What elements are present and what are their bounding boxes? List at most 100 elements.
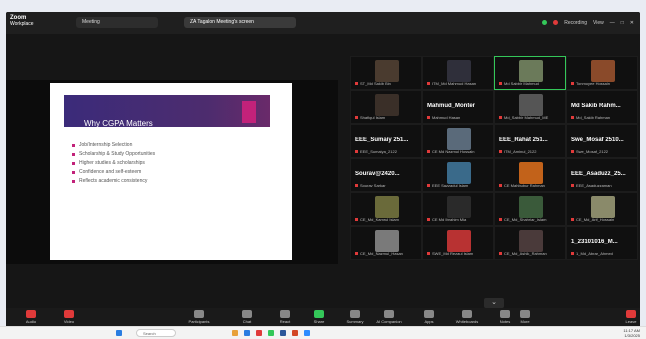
- toolbar-share-button[interactable]: Share: [306, 310, 332, 324]
- participant-tile[interactable]: Tonmoyee Hossain: [566, 56, 638, 90]
- participant-name-label: CE_Md_Nazmul_Hasan: [355, 251, 419, 256]
- participant-tile[interactable]: CE Md Ibrahim Mia: [422, 192, 494, 226]
- toolbar-chat-button[interactable]: Chat: [234, 310, 260, 324]
- toolbar-leave-button[interactable]: Leave: [618, 310, 640, 324]
- audio-icon: [26, 310, 36, 318]
- toolbar-label: Audio: [25, 319, 37, 324]
- maximize-icon[interactable]: □: [621, 20, 624, 26]
- participant-video: [519, 162, 543, 184]
- video-icon: [64, 310, 74, 318]
- toolbar-video-button[interactable]: Video: [56, 310, 82, 324]
- participant-tile[interactable]: SWE_Md Rezaul Islam: [422, 226, 494, 260]
- file-explorer-icon[interactable]: [232, 330, 238, 336]
- security-icon[interactable]: [542, 20, 548, 25]
- participant-tile[interactable]: CE_Md_Arif_Hossain: [566, 192, 638, 226]
- gallery-next-page-button[interactable]: ⌄: [484, 298, 504, 308]
- participant-display-name: Mahmud_Monter: [427, 103, 475, 109]
- toolbar-audio-button[interactable]: Audio: [18, 310, 44, 324]
- participant-tile[interactable]: ITM_Md Mahmud Hasan: [422, 56, 494, 90]
- participant-name-label: CE_Md_Arif_Hossain: [571, 217, 635, 222]
- participant-tile[interactable]: Sourav@2420... Sourav Sarkar: [350, 158, 422, 192]
- tab-shared-screen[interactable]: ZA Tagalon Meeting's screen: [184, 17, 296, 28]
- toolbar-react-button[interactable]: React: [272, 310, 298, 324]
- toolbar-ai-companion-button[interactable]: AI Companion: [376, 310, 402, 324]
- leave-icon: [626, 310, 636, 318]
- view-button[interactable]: View: [593, 20, 604, 26]
- participant-video: [375, 94, 399, 116]
- participant-tile[interactable]: EEE_Rahat 251... ITM_Aminul_2122: [494, 124, 566, 158]
- minimize-icon[interactable]: —: [610, 20, 615, 26]
- toolbar-label: AI Companion: [376, 319, 402, 324]
- taskbar-clock[interactable]: 11:17 AM 1/3/2025: [623, 328, 640, 338]
- tab-meeting[interactable]: Meeting: [76, 17, 158, 28]
- participant-tile[interactable]: CE_Md_Nazmul_Hasan: [350, 226, 422, 260]
- participant-video: [375, 230, 399, 252]
- participant-tile[interactable]: CE_Md_Ashik_Rahman: [494, 226, 566, 260]
- toolbar-label: Summary: [346, 319, 364, 324]
- share-icon: [314, 310, 324, 318]
- participant-tile[interactable]: ST_Md Sakib Bin: [350, 56, 422, 90]
- slide-bullet: Confidence and self-esteem: [72, 168, 155, 177]
- participant-name-label: Md Sabbir Mahmud: [499, 81, 563, 86]
- chrome-icon[interactable]: [256, 330, 262, 336]
- participant-name-label: CE_Md_Ashik_Rahman: [499, 251, 563, 256]
- toolbar-label: Participants: [188, 319, 210, 324]
- participant-tile[interactable]: Md Sakib Rahm... Md_Sakib Rahman: [566, 90, 638, 124]
- toolbar-more-button[interactable]: More: [512, 310, 538, 324]
- toolbar-summary-button[interactable]: Summary: [342, 310, 368, 324]
- apps-icon: [424, 310, 434, 318]
- participant-video: [519, 230, 543, 252]
- word-icon[interactable]: [280, 330, 286, 336]
- participant-tile[interactable]: CE Mahbubur Rahman: [494, 158, 566, 192]
- toolbar-apps-button[interactable]: Apps: [416, 310, 442, 324]
- slide-title-band: Why CGPA Matters: [64, 95, 270, 128]
- slide-bullet: Job/Internship Selection: [72, 141, 155, 150]
- participant-tile[interactable]: CE_Md_Shahriar_Islam: [494, 192, 566, 226]
- participant-name-label: Md_Sakib Rahman: [571, 115, 635, 120]
- zoom-taskbar-icon[interactable]: [304, 330, 310, 336]
- participant-tile[interactable]: Mahmud_Monter Mahmud Hasan: [422, 90, 494, 124]
- slide-bullet-list: Job/Internship Selection Scholarship & St…: [72, 141, 155, 186]
- toolbar-label: Notes: [499, 319, 511, 324]
- toolbar-label: Chat: [242, 319, 252, 324]
- participant-tile[interactable]: 1_23101016_M... 1_Md_Abrar_Ahmed: [566, 226, 638, 260]
- zoom-top-bar: Zoom Workplace Meeting ZA Tagalon Meetin…: [6, 12, 640, 34]
- participant-tile[interactable]: Swe_Mosaf 2510... Swe_Mosaf_2122: [566, 124, 638, 158]
- participant-name-label: 1_Md_Abrar_Ahmed: [571, 251, 635, 256]
- participant-name-label: CE_Md_Shahriar_Islam: [499, 217, 563, 222]
- participant-tile[interactable]: CE_Md_Kamrul Islam: [350, 192, 422, 226]
- toolbar-whiteboards-button[interactable]: Whiteboards: [454, 310, 480, 324]
- slide-accent: [242, 101, 256, 123]
- participant-video: [447, 196, 471, 218]
- participant-name-label: ST_Md Sakib Bin: [355, 81, 419, 86]
- participant-tile[interactable]: CE Md Nazmul Hossain: [422, 124, 494, 158]
- participant-tile[interactable]: Md Sabbir Mahmud: [494, 56, 566, 90]
- slide-bullet: Reflects academic consistency: [72, 177, 155, 186]
- participant-display-name: Swe_Mosaf 2510...: [571, 137, 624, 143]
- toolbar-participants-button[interactable]: Participants: [186, 310, 212, 324]
- edge-icon[interactable]: [244, 330, 250, 336]
- participant-name-label: CE_Md_Kamrul Islam: [355, 217, 419, 222]
- participant-name-label: CE Md Ibrahim Mia: [427, 217, 491, 222]
- taskbar-search[interactable]: Search: [136, 329, 176, 337]
- participant-gallery: ST_Md Sakib Bin ITM_Md Mahmud Hasan Md Sab…: [350, 56, 640, 296]
- app-icon-green[interactable]: [268, 330, 274, 336]
- participant-video: [447, 60, 471, 82]
- close-icon[interactable]: ✕: [630, 20, 634, 26]
- windows-start-icon[interactable]: [116, 330, 122, 336]
- participant-tile[interactable]: EEE Sazzadul Islam: [422, 158, 494, 192]
- participant-tile[interactable]: Md_Sabbir Mahmud_ME: [494, 90, 566, 124]
- participant-video: [375, 196, 399, 218]
- powerpoint-icon[interactable]: [292, 330, 298, 336]
- participant-video: [519, 94, 543, 116]
- participants-icon: [194, 310, 204, 318]
- react-icon: [280, 310, 290, 318]
- participant-display-name: EEE_Asaduzz_25...: [571, 171, 626, 177]
- participant-tile[interactable]: EEE_Asaduzz_25... EEE_Asaduzzaman: [566, 158, 638, 192]
- chat-icon: [242, 310, 252, 318]
- participant-tile[interactable]: EEE_Sumaiy 251... EEE_Sumaiya_2122: [350, 124, 422, 158]
- participant-name-label: CE Md Nazmul Hossain: [427, 149, 491, 154]
- participant-tile[interactable]: Shafiqul Islam: [350, 90, 422, 124]
- participant-name-label: ITM_Md Mahmud Hasan: [427, 81, 491, 86]
- slide-bullet: Scholarship & Study Opportunities: [72, 150, 155, 159]
